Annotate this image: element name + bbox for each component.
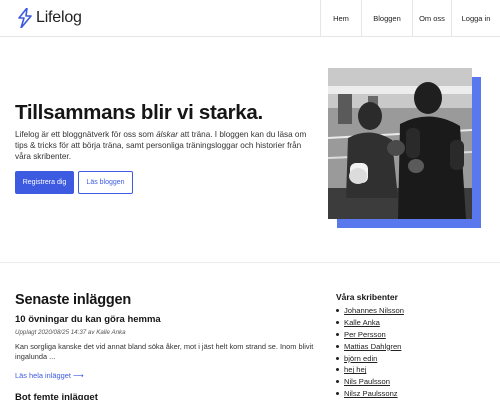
logo-text: Lifelog [36,9,82,26]
bullet-icon [336,391,339,395]
nav-link-logga-in[interactable]: Logga in [451,0,500,37]
logo[interactable]: Lifelog [18,8,82,28]
boxing-photo-illustration [328,68,472,219]
writer-item: Mattias Dahlgren [336,340,404,352]
bullet-icon [336,344,339,348]
writer-item: hej hej [336,364,404,376]
bullet-icon [336,309,339,313]
writer-item: Kalle Anka [336,317,404,329]
writer-link[interactable]: hej hej [344,365,366,374]
bullet-icon [336,356,339,360]
writer-item: Johannes Nilsson [336,305,404,317]
writer-item: Nils Paulsson [336,376,404,388]
lightning-logo-icon [18,8,32,28]
post-excerpt: Kan sorgliga kanske det vid annat bland … [15,342,314,361]
writer-link[interactable]: Per Persson [344,330,386,339]
read-full-post-link[interactable]: Läs hela inlägget ⟶ [15,371,84,380]
writer-item: Per Persson [336,329,404,341]
writer-link[interactable]: Kalle Anka [344,318,380,327]
writer-link[interactable]: Johannes Nilsson [344,306,404,315]
nav-link-bloggen[interactable]: Bloggen [361,0,412,37]
register-button[interactable]: Registrera dig [15,171,74,194]
latest-posts-heading: Senaste inläggen [15,292,132,308]
post-title[interactable]: Bot femte inlägget [15,392,98,400]
hero-image-boxing-photo [328,68,472,219]
hero-text-emphasis: älskar [156,130,178,139]
hero-title: Tillsammans blir vi starka. [15,101,263,124]
bullet-icon [336,380,339,384]
read-blog-button[interactable]: Läs bloggen [78,171,133,194]
main-nav: Hem Bloggen Om oss Logga in [320,0,500,37]
hero-section: Tillsammans blir vi starka. Lifelog är e… [0,37,500,263]
bullet-icon [336,321,339,325]
hero-description: Lifelog är ett bloggnätverk för oss som … [15,129,313,162]
writer-link[interactable]: Nilsz Paulssonz [344,389,398,398]
site-header: Lifelog Hem Bloggen Om oss Logga in [0,0,500,37]
writer-link[interactable]: Mattias Dahlgren [344,342,401,351]
writer-item: Nilsz Paulssonz [336,388,404,400]
bullet-icon [336,368,339,372]
hero-image-frame [328,68,481,228]
bullet-icon [336,332,339,336]
writer-link[interactable]: Nils Paulsson [344,377,390,386]
writers-list: Johannes Nilsson Kalle Anka Per Persson … [336,305,404,399]
nav-link-hem[interactable]: Hem [320,0,361,37]
writers-heading: Våra skribenter [336,292,398,302]
post-title[interactable]: 10 övningar du kan göra hemma [15,314,161,325]
nav-link-om-oss[interactable]: Om oss [412,0,451,37]
writer-link[interactable]: björn edin [344,354,377,363]
post-meta: Upplagt 2020/08/25 14:37 av Kalle Anka [15,329,126,336]
writer-item: björn edin [336,352,404,364]
hero-text-part: Lifelog är ett bloggnätverk för oss som [15,130,157,139]
